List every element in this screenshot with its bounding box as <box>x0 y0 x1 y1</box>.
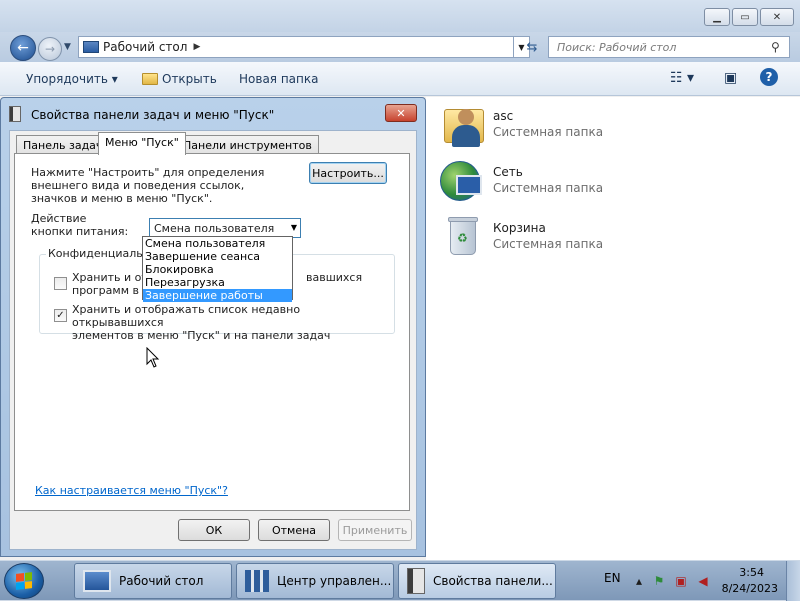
desktop-icon <box>83 41 99 53</box>
ok-button[interactable]: ОК <box>178 519 250 541</box>
file-list: asc Системная папка Сеть Системная папка… <box>426 97 800 560</box>
apply-button[interactable]: Применить <box>338 519 412 541</box>
dialog-title: Свойства панели задач и меню "Пуск" <box>31 108 275 122</box>
network-icon <box>438 159 486 207</box>
close-button[interactable]: ✕ <box>760 8 794 26</box>
volume-muted-icon[interactable]: ◀ <box>696 573 710 589</box>
address-bar[interactable]: Рабочий стол ▶ <box>78 36 514 58</box>
list-item[interactable]: Сеть Системная папка <box>438 159 738 213</box>
show-hidden-icons-icon[interactable]: ▴ <box>632 573 646 589</box>
organize-button[interactable]: Упорядочить ▾ <box>26 72 118 86</box>
taskbar-properties-dialog: Свойства панели задач и меню "Пуск" ✕ Па… <box>0 97 426 557</box>
tab-panel: Нажмите "Настроить" для определения внеш… <box>14 153 410 511</box>
dropdown-option[interactable]: Смена пользователя <box>143 237 292 250</box>
customize-button[interactable]: Настроить... <box>309 162 387 184</box>
open-label: Открыть <box>162 72 217 86</box>
chevron-down-icon: ▼ <box>290 223 297 232</box>
store-items-checkbox[interactable]: ✓ <box>54 309 67 322</box>
power-button-label: Действие кнопки питания: <box>31 212 129 238</box>
tab-toolbars[interactable]: Панели инструментов <box>176 135 319 155</box>
address-row: ← → ▼ Рабочий стол ▶ ▼ ⇆ Поиск: Рабочий … <box>0 32 800 62</box>
task-label: Свойства панели... <box>433 574 553 588</box>
show-desktop-button[interactable] <box>786 561 800 601</box>
network-status-icon[interactable]: ▣ <box>674 573 688 589</box>
mouse-cursor-icon <box>146 347 160 368</box>
description-text: Нажмите "Настроить" для определения внеш… <box>31 166 265 205</box>
search-placeholder: Поиск: Рабочий стол <box>557 40 677 54</box>
taskbar-properties-icon <box>9 106 21 122</box>
history-dropdown-icon[interactable]: ▼ <box>64 42 71 52</box>
tab-start-menu[interactable]: Меню "Пуск" <box>98 132 186 155</box>
dropdown-option-highlighted[interactable]: Завершение работы <box>143 289 292 302</box>
view-options-icon[interactable]: ☷ ▾ <box>670 70 694 86</box>
desktop-icon <box>83 570 111 592</box>
store-programs-label-tail: вавшихся <box>306 271 363 284</box>
help-icon[interactable]: ? <box>760 68 778 86</box>
help-link[interactable]: Как настраивается меню "Пуск"? <box>35 484 228 497</box>
action-center-icon[interactable]: ⚑ <box>652 573 666 589</box>
folder-icon <box>142 73 158 85</box>
taskbar-properties-icon <box>407 568 425 594</box>
item-name: Корзина <box>493 221 546 235</box>
windows-logo-icon <box>16 572 32 590</box>
task-label: Центр управлен... <box>277 574 392 588</box>
task-desktop[interactable]: Рабочий стол <box>74 563 232 599</box>
power-action-value: Смена пользователя <box>154 222 275 235</box>
start-button[interactable] <box>4 563 44 599</box>
clock-date[interactable]: 8/24/2023 <box>722 582 778 595</box>
open-button[interactable]: Открыть <box>142 72 217 86</box>
search-icon[interactable]: ⚲ <box>771 40 789 54</box>
dropdown-option[interactable]: Блокировка <box>143 263 292 276</box>
network-center-icon <box>245 570 269 592</box>
task-network-center[interactable]: Центр управлен... <box>236 563 394 599</box>
tab-taskbar[interactable]: Панель задач <box>16 135 110 155</box>
item-name: asc <box>493 109 514 123</box>
user-folder-icon <box>438 103 486 151</box>
store-items-label: Хранить и отображать список недавно откр… <box>72 303 331 342</box>
power-action-select[interactable]: Смена пользователя ▼ <box>149 218 301 238</box>
back-button[interactable]: ← <box>10 35 36 61</box>
item-type: Системная папка <box>493 181 604 195</box>
dialog-close-button[interactable]: ✕ <box>385 104 417 122</box>
language-indicator[interactable]: EN <box>604 571 621 585</box>
command-bar: Упорядочить ▾ Открыть Новая папка ☷ ▾ ▣ … <box>0 62 800 96</box>
store-programs-checkbox[interactable] <box>54 277 67 290</box>
list-item[interactable]: asc Системная папка <box>438 103 738 157</box>
system-tray: EN ▴ ⚑ ▣ ◀ 3:54 8/24/2023 <box>604 561 800 601</box>
new-folder-button[interactable]: Новая папка <box>239 72 318 86</box>
task-taskbar-properties[interactable]: Свойства панели... <box>398 563 556 599</box>
dropdown-option[interactable]: Перезагрузка <box>143 276 292 289</box>
item-type: Системная папка <box>493 237 604 251</box>
refresh-icon[interactable]: ⇆ <box>520 36 544 58</box>
forward-button[interactable]: → <box>38 37 62 61</box>
cancel-button[interactable]: Отмена <box>258 519 330 541</box>
clock-time[interactable]: 3:54 <box>739 566 764 579</box>
power-action-dropdown: Смена пользователя Завершение сеанса Бло… <box>142 236 293 302</box>
task-label: Рабочий стол <box>119 574 204 588</box>
item-name: Сеть <box>493 165 523 179</box>
address-text: Рабочий стол <box>103 40 188 54</box>
item-type: Системная папка <box>493 125 604 139</box>
taskbar: Рабочий стол Центр управлен... Свойства … <box>0 560 800 601</box>
maximize-button[interactable]: ▭ <box>732 8 758 26</box>
minimize-button[interactable]: ▁ <box>704 8 730 26</box>
dropdown-option[interactable]: Завершение сеанса <box>143 250 292 263</box>
breadcrumb-arrow-icon[interactable]: ▶ <box>193 42 200 52</box>
list-item[interactable]: ♻ Корзина Системная папка <box>438 215 738 269</box>
recycle-bin-icon: ♻ <box>438 215 486 263</box>
search-input[interactable]: Поиск: Рабочий стол ⚲ <box>548 36 790 58</box>
preview-pane-icon[interactable]: ▣ <box>724 70 737 86</box>
dialog-body: Панель задач Меню "Пуск" Панели инструме… <box>9 130 417 550</box>
explorer-titlebar: ▁ ▭ ✕ <box>0 0 800 32</box>
